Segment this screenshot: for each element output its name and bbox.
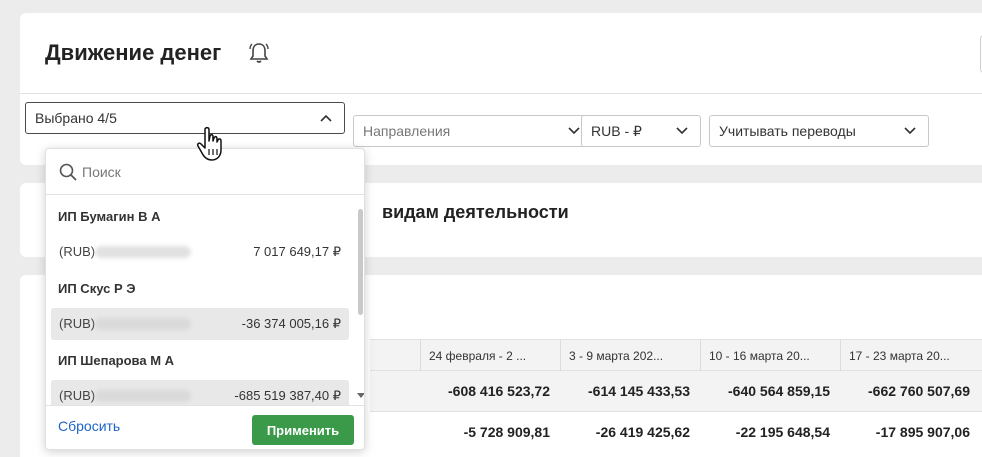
currency-select-value: RUB - ₽ bbox=[591, 123, 642, 139]
option-amount: -36 374 005,16 ₽ bbox=[241, 316, 341, 331]
chevron-down-icon bbox=[904, 127, 916, 135]
table-cell: -608 416 523,72 bbox=[448, 383, 550, 399]
company-options-list: ИП Бумагин В А (RUB) 7 017 649,17 ₽ ИП С… bbox=[46, 195, 358, 405]
scrollbar-thumb[interactable] bbox=[358, 209, 363, 315]
company-select[interactable]: Выбрано 4/5 bbox=[25, 102, 345, 134]
section-title: видам деятельности bbox=[382, 202, 569, 222]
direction-select[interactable]: Направления bbox=[353, 115, 593, 147]
currency-select[interactable]: RUB - ₽ bbox=[581, 115, 701, 147]
direction-select-placeholder: Направления bbox=[363, 123, 451, 139]
column-header[interactable]: 17 - 23 марта 20... bbox=[840, 340, 978, 372]
dropdown-footer: Сбросить Применить bbox=[46, 405, 364, 449]
reset-button[interactable]: Сбросить bbox=[58, 418, 120, 434]
chevron-up-icon bbox=[320, 114, 332, 122]
column-header[interactable]: 24 февраля - 2 ... bbox=[420, 340, 558, 372]
divider bbox=[20, 93, 982, 94]
redacted-name bbox=[95, 390, 191, 402]
bell-icon[interactable] bbox=[248, 41, 270, 65]
chevron-down-icon bbox=[676, 127, 688, 135]
group-label: ИП Бумагин В А bbox=[58, 209, 161, 224]
table-cell: -662 760 507,69 bbox=[868, 383, 970, 399]
redacted-name bbox=[95, 246, 191, 258]
company-option[interactable]: (RUB) 7 017 649,17 ₽ bbox=[51, 236, 349, 268]
company-dropdown: ИП Бумагин В А (RUB) 7 017 649,17 ₽ ИП С… bbox=[45, 148, 365, 450]
table-cell: -614 145 433,53 bbox=[588, 383, 690, 399]
company-select-value: Выбрано 4/5 bbox=[35, 110, 117, 126]
scroll-down-arrow[interactable] bbox=[357, 393, 364, 398]
column-header[interactable]: 10 - 16 марта 20... bbox=[700, 340, 838, 372]
transfers-select[interactable]: Учитывать переводы bbox=[709, 115, 929, 147]
redacted-name bbox=[95, 318, 191, 330]
page-title: Движение денег bbox=[45, 40, 222, 65]
chevron-down-icon bbox=[568, 127, 580, 135]
hand-cursor-icon bbox=[197, 126, 222, 161]
search-icon bbox=[59, 163, 77, 181]
option-amount: -685 519 387,40 ₽ bbox=[234, 388, 341, 403]
table-cell: -5 728 909,81 bbox=[463, 424, 550, 440]
company-option[interactable]: (RUB) -36 374 005,16 ₽ bbox=[51, 308, 349, 340]
column-header[interactable]: 3 - 9 марта 202... bbox=[560, 340, 698, 372]
table-cell: -640 564 859,15 bbox=[728, 383, 830, 399]
table-row[interactable]: -5 728 909,81 -26 419 425,62 -22 195 648… bbox=[370, 411, 982, 451]
option-amount: 7 017 649,17 ₽ bbox=[253, 244, 341, 259]
table-cell: -26 419 425,62 bbox=[595, 424, 690, 440]
table-cell: -17 895 907,06 bbox=[875, 424, 970, 440]
transfers-select-value: Учитывать переводы bbox=[719, 123, 856, 139]
option-currency: (RUB) bbox=[59, 244, 96, 259]
group-label: ИП Скус Р Э bbox=[58, 281, 136, 296]
company-option[interactable]: (RUB) -685 519 387,40 ₽ bbox=[51, 380, 349, 405]
table-cell: -22 195 648,54 bbox=[735, 424, 830, 440]
table-header: 24 февраля - 2 ... 3 - 9 марта 202... 10… bbox=[370, 339, 982, 372]
group-label: ИП Шепарова М А bbox=[58, 353, 175, 368]
table-row[interactable]: -608 416 523,72 -614 145 433,53 -640 564… bbox=[370, 371, 982, 411]
apply-button[interactable]: Применить bbox=[252, 415, 354, 445]
option-currency: (RUB) bbox=[59, 316, 96, 331]
option-currency: (RUB) bbox=[59, 388, 96, 403]
search-input[interactable] bbox=[82, 159, 342, 185]
